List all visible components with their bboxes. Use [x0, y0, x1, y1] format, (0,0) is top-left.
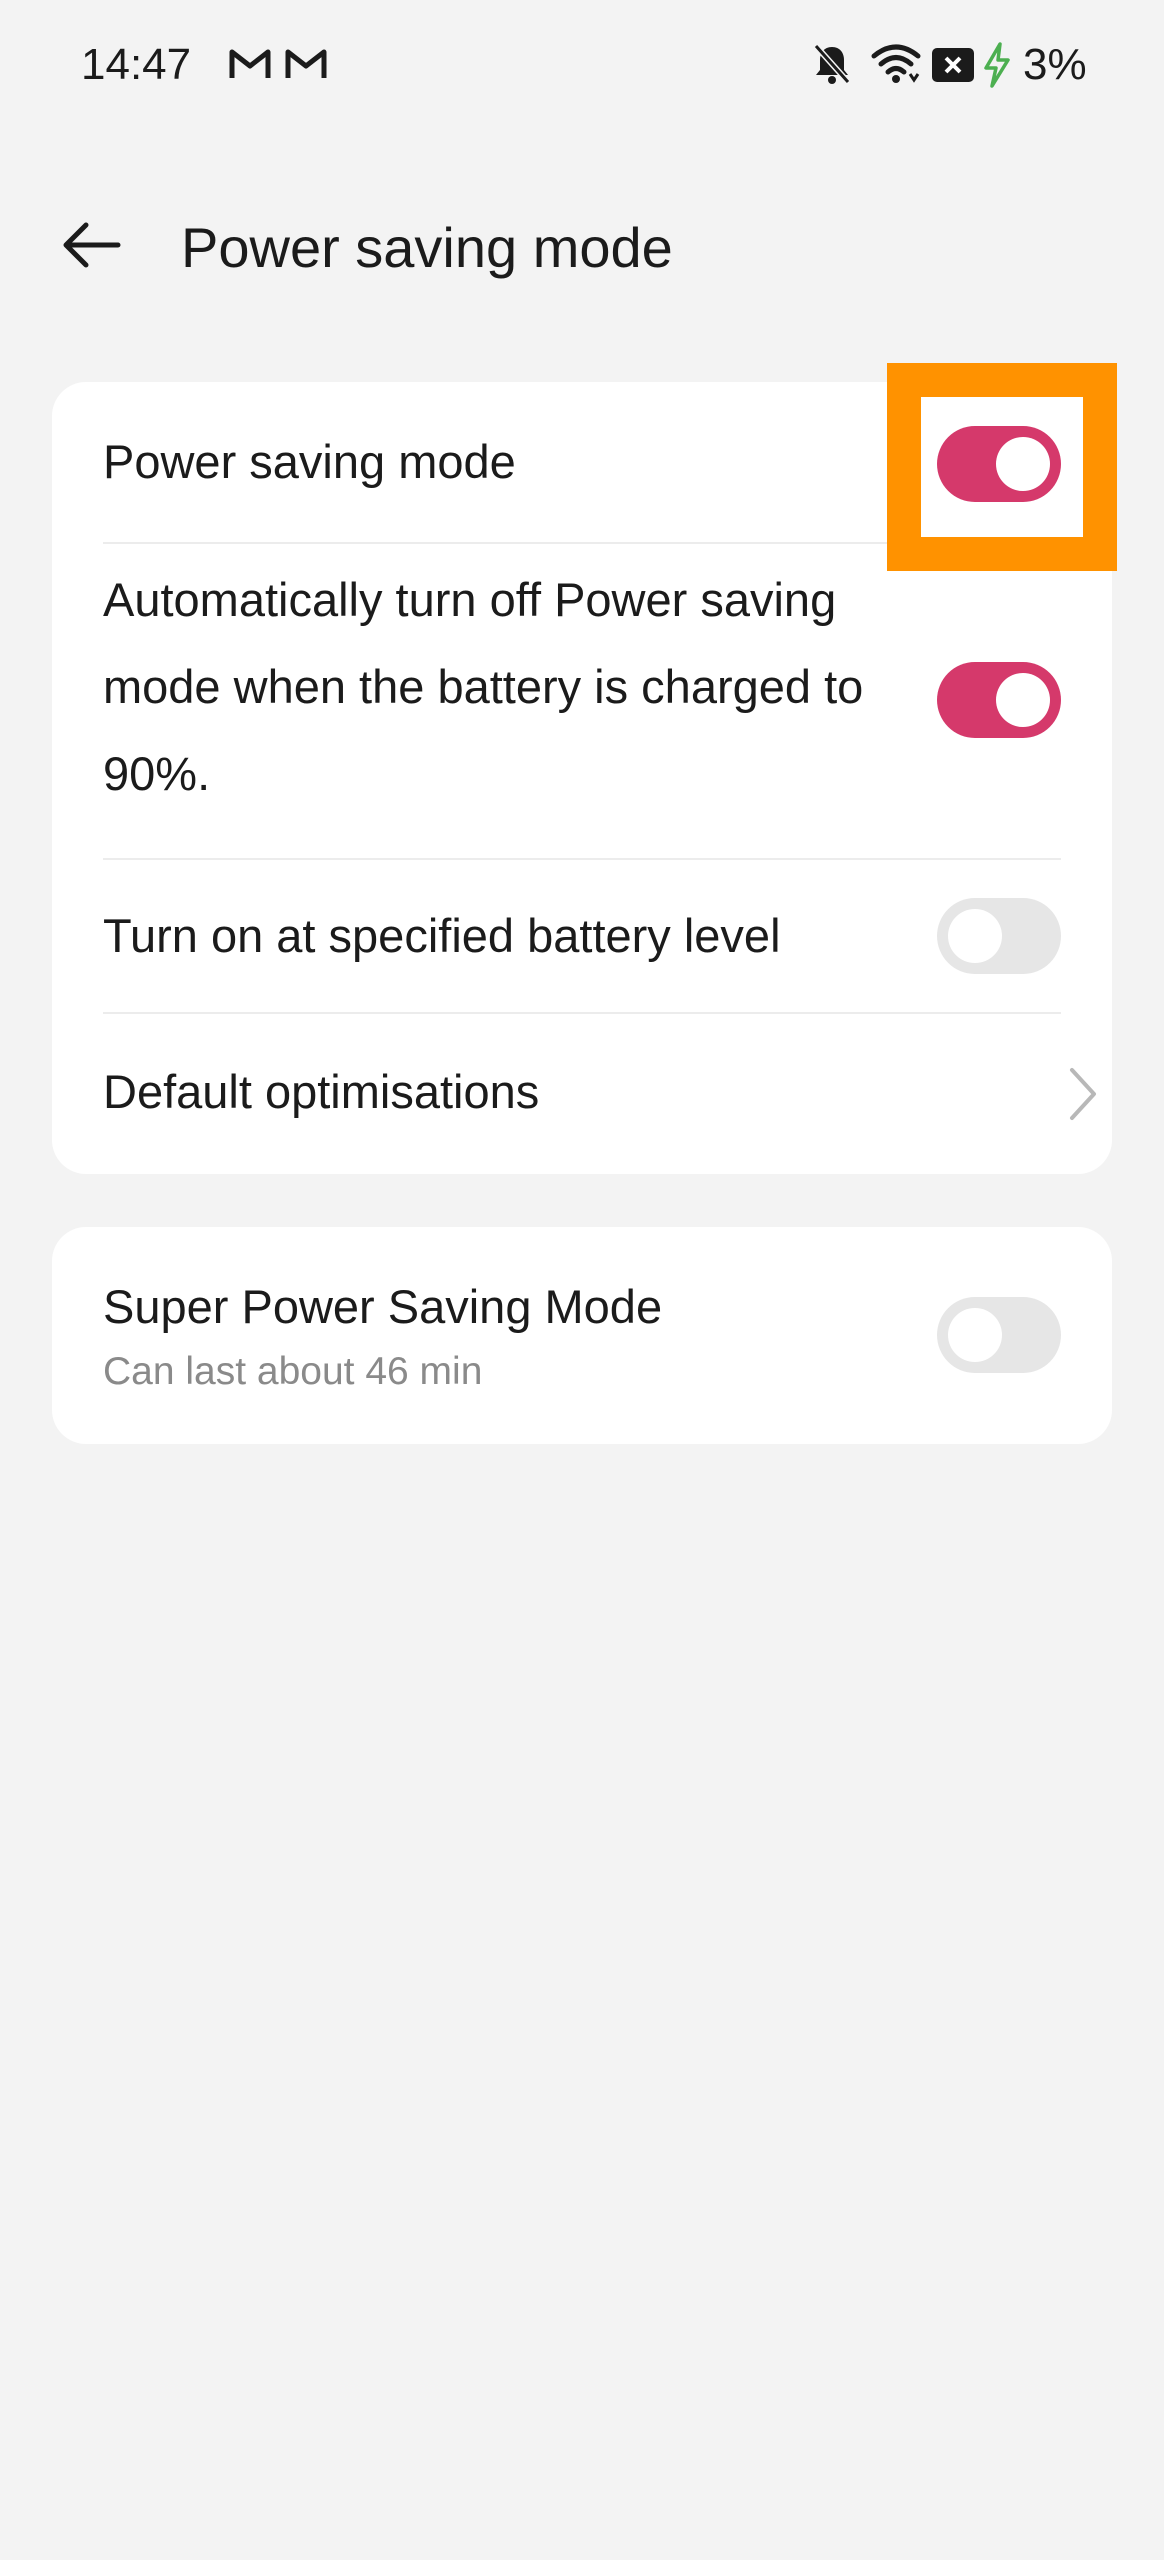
specified-battery-level-row[interactable]: Turn on at specified battery level [52, 860, 1112, 1012]
auto-turn-off-label: Automatically turn off Power saving mode… [103, 573, 864, 800]
super-power-saving-card[interactable]: Super Power Saving Mode Can last about 4… [52, 1227, 1112, 1444]
power-saving-mode-toggle[interactable] [937, 426, 1061, 502]
auto-turn-off-toggle[interactable] [937, 662, 1061, 738]
super-power-saving-toggle[interactable] [937, 1297, 1061, 1373]
super-power-saving-title: Super Power Saving Mode [103, 1280, 663, 1333]
page-title: Power saving mode [181, 216, 673, 279]
chevron-right-icon [1070, 1068, 1096, 1120]
status-time: 14:47 [81, 40, 192, 89]
power-saving-mode-row[interactable]: Power saving mode [52, 382, 1112, 542]
sim-error-icon [932, 48, 974, 82]
charging-bolt-icon [984, 42, 1010, 88]
toggle-knob [996, 437, 1050, 491]
auto-turn-off-row[interactable]: Automatically turn off Power saving mode… [52, 544, 1112, 862]
status-bar: 14:47 3% [0, 0, 1164, 130]
toggle-knob [996, 673, 1050, 727]
power-saving-settings-card: Power saving mode Automatically turn off… [52, 382, 1112, 1174]
wifi-icon [871, 44, 921, 83]
specified-battery-level-toggle[interactable] [937, 898, 1061, 974]
specified-battery-level-label: Turn on at specified battery level [103, 909, 781, 962]
gmail-icon [285, 49, 327, 78]
gmail-icon [229, 49, 271, 78]
power-saving-mode-label: Power saving mode [103, 435, 516, 488]
back-button[interactable] [46, 205, 136, 285]
default-optimisations-label: Default optimisations [103, 1065, 540, 1118]
default-optimisations-row[interactable]: Default optimisations [52, 1014, 1112, 1174]
toggle-knob [948, 909, 1002, 963]
battery-percentage: 3% [1023, 40, 1087, 89]
notifications-off-icon [813, 44, 851, 84]
super-power-saving-subtitle: Can last about 46 min [103, 1350, 483, 1393]
toggle-knob [948, 1308, 1002, 1362]
app-bar: Power saving mode [0, 195, 1164, 295]
arrow-left-icon [63, 222, 121, 268]
